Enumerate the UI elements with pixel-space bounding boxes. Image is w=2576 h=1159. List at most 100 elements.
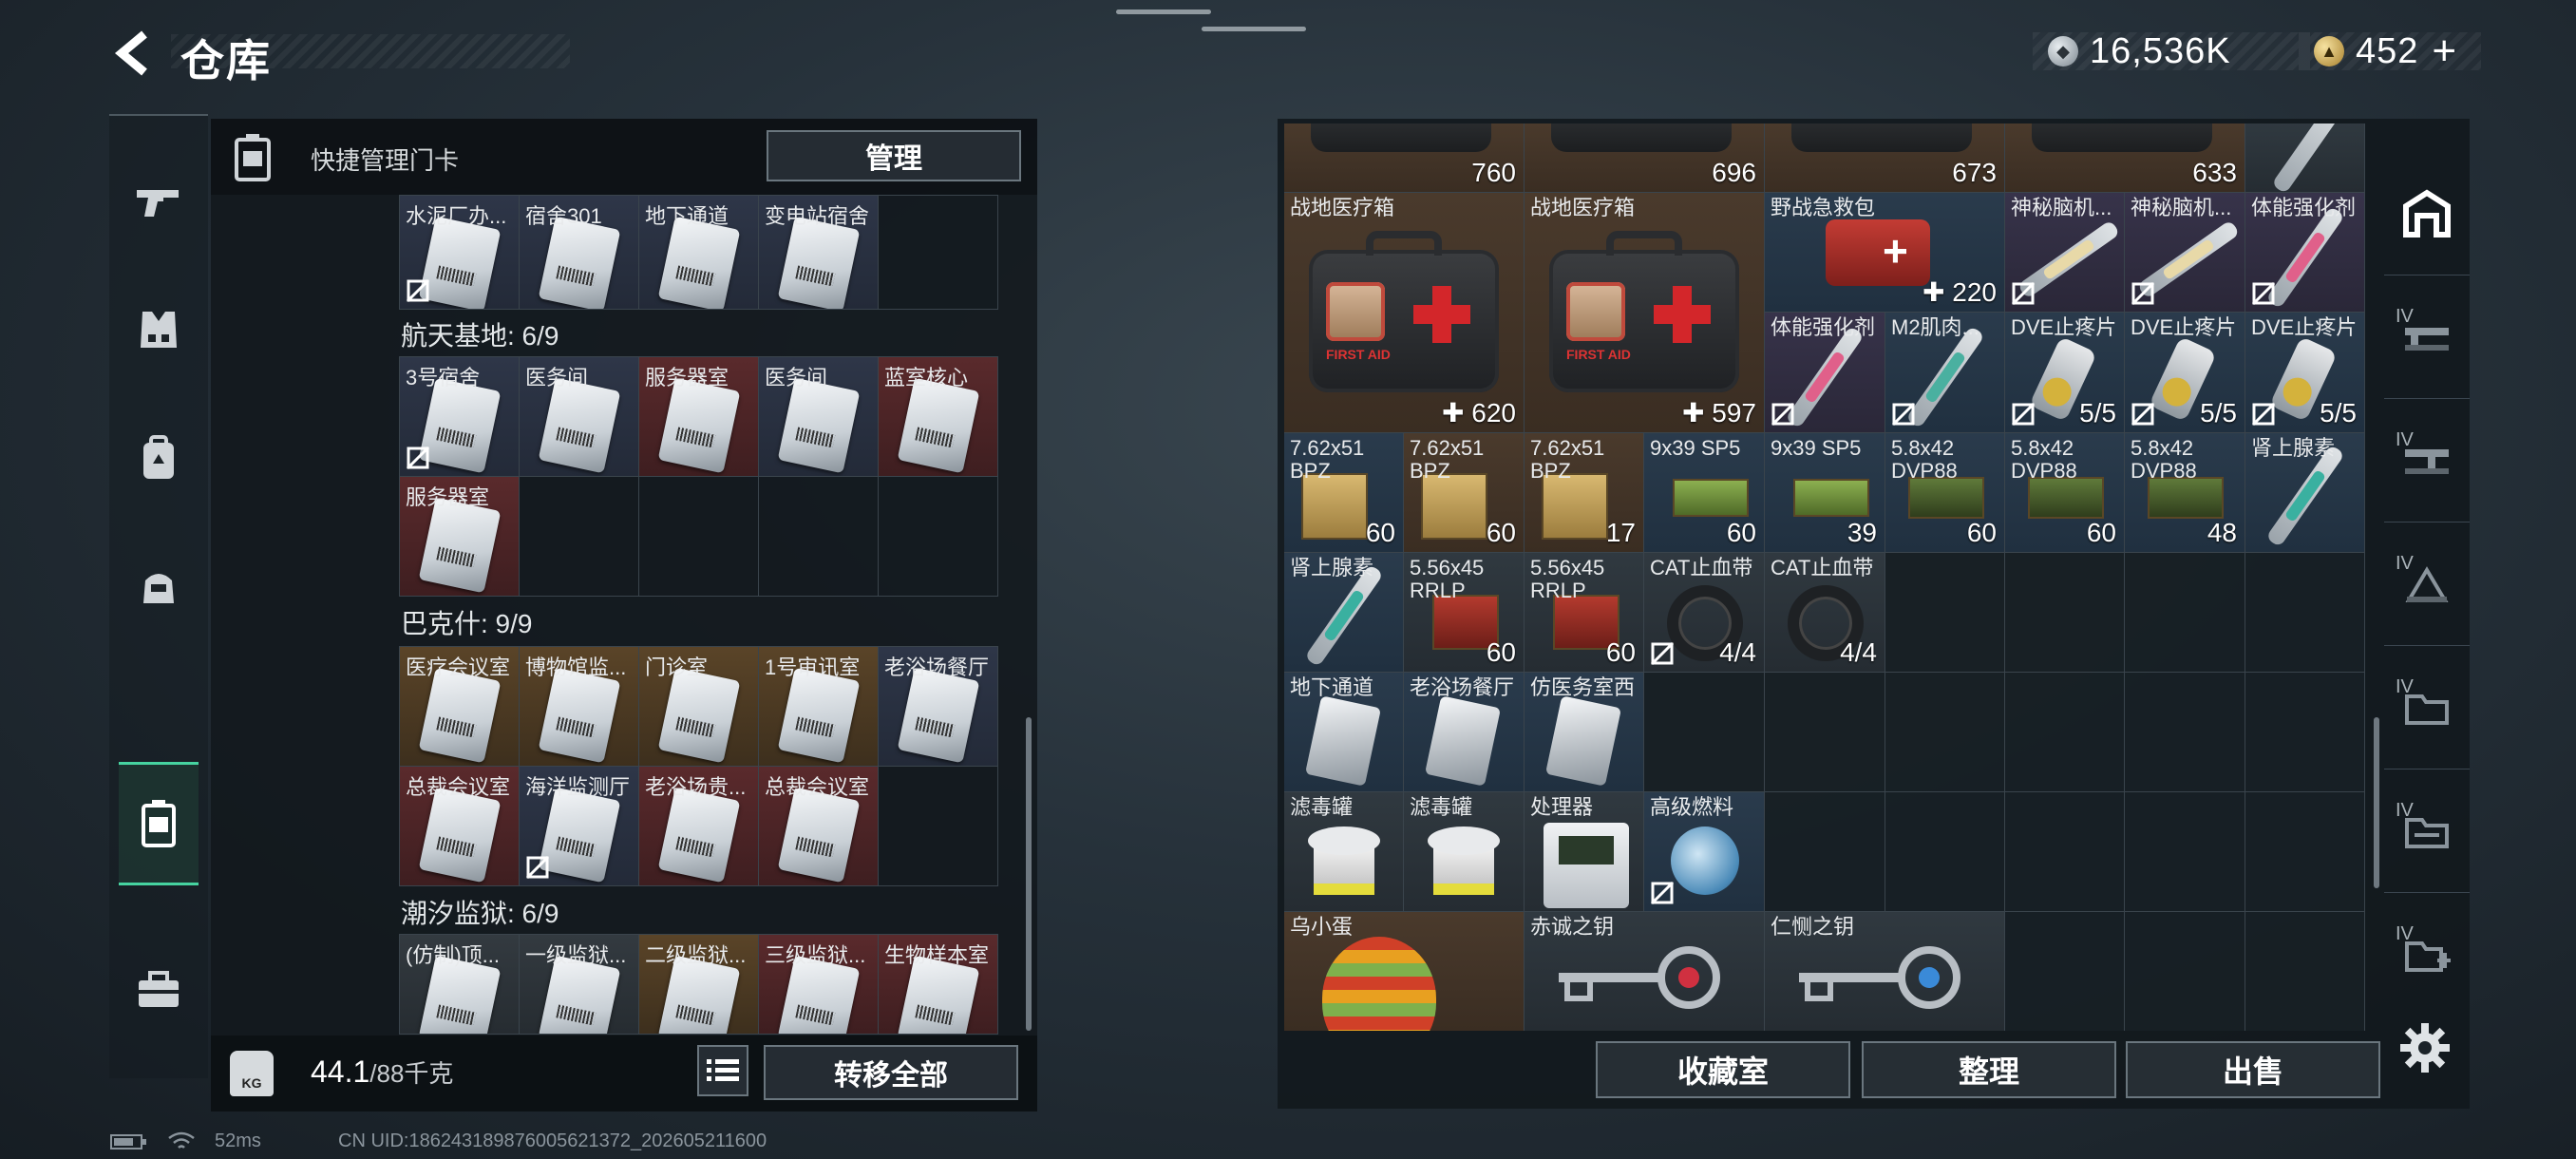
- add-currency-button[interactable]: +: [2432, 30, 2456, 72]
- storage-slot[interactable]: 760: [1284, 124, 1525, 193]
- rail-armor[interactable]: [119, 268, 199, 391]
- storage-slot[interactable]: 9x39 SP5 39: [1765, 433, 1885, 553]
- keycard-slot[interactable]: 变电站宿舍: [759, 196, 879, 310]
- storage-slot[interactable]: 肾上腺素: [1284, 553, 1404, 673]
- storage-slot[interactable]: DVE止疼片 5/5: [2245, 313, 2365, 433]
- empty-slot[interactable]: [2245, 553, 2365, 673]
- storage-slot[interactable]: 滤毒罐: [1404, 792, 1525, 912]
- storage-slot[interactable]: CAT止血带 4/4: [1644, 553, 1765, 673]
- collection-room-button[interactable]: 收藏室: [1596, 1041, 1850, 1098]
- empty-keycard-slot[interactable]: [520, 477, 639, 597]
- storage-slot[interactable]: 5.8x42 DVP88 48: [2125, 433, 2245, 553]
- empty-slot[interactable]: [1765, 673, 1885, 792]
- back-button[interactable]: [104, 27, 161, 80]
- keycard-slot[interactable]: 地下通道: [639, 196, 759, 310]
- rail-weapons[interactable]: [119, 140, 199, 263]
- keycard-slot[interactable]: 一级监狱...: [520, 935, 639, 1035]
- empty-slot[interactable]: [2005, 673, 2125, 792]
- storage-slot[interactable]: 神秘脑机...: [2125, 193, 2245, 313]
- keycard-slot[interactable]: 服务器室: [639, 357, 759, 477]
- storage-slot[interactable]: 7.62x51 BPZ 60: [1284, 433, 1404, 553]
- keycard-slot[interactable]: 门诊室: [639, 647, 759, 767]
- storage-slot[interactable]: M2肌肉...: [1885, 313, 2005, 433]
- manage-button[interactable]: 管理: [767, 130, 1021, 181]
- storage-slot[interactable]: 乌小蛋: [1284, 912, 1525, 1031]
- keycard-slot[interactable]: 服务器室: [400, 477, 520, 597]
- storage-scrollbar[interactable]: [2374, 717, 2379, 888]
- keycard-slot[interactable]: 宿舍301: [520, 196, 639, 310]
- keycard-slot[interactable]: 医务间: [759, 357, 879, 477]
- storage-tab[interactable]: IV: [2384, 399, 2470, 522]
- storage-slot[interactable]: 地下通道: [1284, 673, 1404, 792]
- storage-slot[interactable]: 野战急救包 ✚ 220: [1765, 193, 2005, 313]
- move-all-button[interactable]: 转移全部: [764, 1045, 1018, 1100]
- keycard-slot[interactable]: 老浴场贵...: [639, 767, 759, 886]
- storage-slot[interactable]: 696: [1525, 124, 1765, 193]
- storage-slot[interactable]: 战地医疗箱 FIRST AID ✚ 620: [1284, 193, 1525, 433]
- storage-tab[interactable]: IV: [2384, 646, 2470, 770]
- keycard-slot[interactable]: 二级监狱...: [639, 935, 759, 1035]
- storage-slot[interactable]: 神秘脑机...: [2005, 193, 2125, 313]
- empty-slot[interactable]: [2005, 912, 2125, 1031]
- empty-keycard-slot[interactable]: [639, 477, 759, 597]
- storage-slot[interactable]: 9x39 SP5 60: [1644, 433, 1765, 553]
- storage-slot[interactable]: 滤毒罐: [1284, 792, 1404, 912]
- keycard-slot[interactable]: 老浴场餐厅: [879, 647, 998, 767]
- storage-tab[interactable]: IV: [2384, 522, 2470, 646]
- storage-slot[interactable]: 战地医疗箱 FIRST AID ✚ 597: [1525, 193, 1765, 433]
- empty-slot[interactable]: [2245, 673, 2365, 792]
- empty-slot[interactable]: [2125, 912, 2245, 1031]
- empty-slot[interactable]: [1885, 673, 2005, 792]
- storage-slot[interactable]: CAT止血带 4/4: [1765, 553, 1885, 673]
- gear-icon[interactable]: [2398, 1021, 2452, 1074]
- storage-slot[interactable]: 5.56x45 RRLP 60: [1525, 553, 1644, 673]
- keycard-slot[interactable]: 总裁会议室: [759, 767, 879, 886]
- storage-slot[interactable]: 体能强化剂: [1765, 313, 1885, 433]
- sell-button[interactable]: 出售: [2126, 1041, 2380, 1098]
- storage-slot[interactable]: 5.56x45 RRLP 60: [1404, 553, 1525, 673]
- storage-slot[interactable]: 7.62x51 BPZ 17: [1525, 433, 1644, 553]
- keycard-slot[interactable]: 1号审讯室: [759, 647, 879, 767]
- storage-slot[interactable]: DVE止疼片 5/5: [2005, 313, 2125, 433]
- storage-tab[interactable]: IV: [2384, 770, 2470, 893]
- storage-slot[interactable]: 5.8x42 DVP88 60: [1885, 433, 2005, 553]
- storage-slot[interactable]: DVE止疼片 5/5: [2125, 313, 2245, 433]
- keycard-slot[interactable]: 水泥厂办...: [400, 196, 520, 310]
- keycard-slot[interactable]: (仿制)顶...: [400, 935, 520, 1035]
- storage-slot[interactable]: 7.62x51 BPZ 60: [1404, 433, 1525, 553]
- keycard-slot[interactable]: 3号宿舍: [400, 357, 520, 477]
- storage-slot[interactable]: 赤诚之钥: [1525, 912, 1765, 1031]
- storage-slot[interactable]: 体能强化剂: [2245, 193, 2365, 313]
- keycard-slot[interactable]: 生物样本室: [879, 935, 998, 1035]
- storage-slot[interactable]: 633: [2005, 124, 2245, 193]
- empty-slot[interactable]: [2125, 673, 2245, 792]
- storage-slot[interactable]: 肾上腺素: [2245, 433, 2365, 553]
- empty-slot[interactable]: [2005, 553, 2125, 673]
- storage-slot[interactable]: 处理器: [1525, 792, 1644, 912]
- empty-keycard-slot[interactable]: [879, 477, 998, 597]
- rail-pouch[interactable]: [119, 524, 199, 648]
- empty-slot[interactable]: [1885, 553, 2005, 673]
- rail-backpack[interactable]: [119, 396, 199, 520]
- empty-slot[interactable]: [2125, 792, 2245, 912]
- storage-tab[interactable]: IV: [2384, 276, 2470, 399]
- rail-keycards[interactable]: [119, 762, 199, 885]
- empty-slot[interactable]: [1765, 792, 1885, 912]
- storage-slot[interactable]: 高级燃料: [1644, 792, 1765, 912]
- empty-slot[interactable]: [2245, 792, 2365, 912]
- storage-slot[interactable]: 老浴场餐厅: [1404, 673, 1525, 792]
- storage-slot[interactable]: [2245, 124, 2365, 193]
- keycard-slot[interactable]: 医疗会议室: [400, 647, 520, 767]
- keycard-slot[interactable]: 总裁会议室: [400, 767, 520, 886]
- empty-keycard-slot[interactable]: [879, 767, 998, 886]
- empty-keycard-slot[interactable]: [879, 196, 998, 310]
- empty-keycard-slot[interactable]: [759, 477, 879, 597]
- keycard-slot[interactable]: 医务间: [520, 357, 639, 477]
- storage-slot[interactable]: 仁恻之钥: [1765, 912, 2005, 1031]
- list-view-button[interactable]: [697, 1045, 748, 1096]
- sort-button[interactable]: 整理: [1862, 1041, 2116, 1098]
- keycard-slot[interactable]: 博物馆监...: [520, 647, 639, 767]
- storage-slot[interactable]: 5.8x42 DVP88 60: [2005, 433, 2125, 553]
- empty-slot[interactable]: [2245, 912, 2365, 1031]
- keycard-slot[interactable]: 海洋监测厅: [520, 767, 639, 886]
